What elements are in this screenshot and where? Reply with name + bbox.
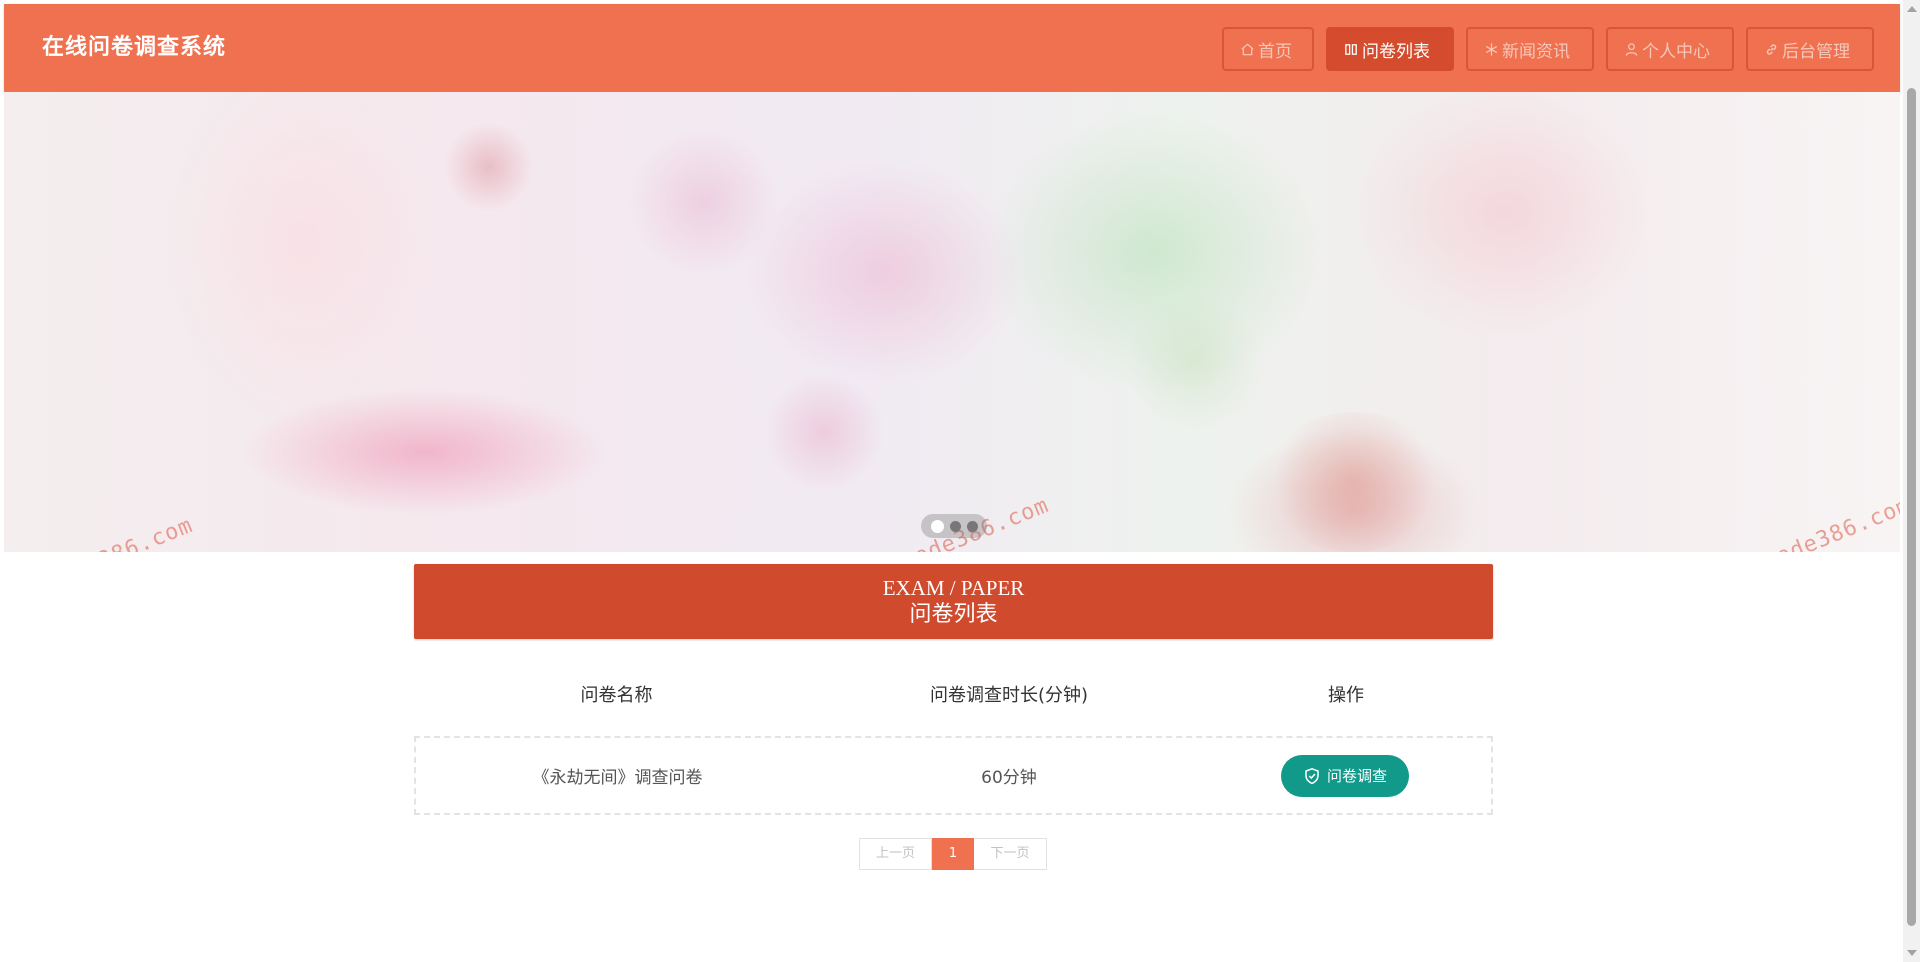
- carousel-indicators: [921, 514, 987, 538]
- nav-admin-label: 后台管理: [1782, 41, 1850, 62]
- nav-survey-list[interactable]: 问卷列表: [1326, 27, 1454, 71]
- take-survey-button[interactable]: 问卷调查: [1281, 754, 1409, 797]
- vertical-scrollbar[interactable]: [1903, 0, 1920, 962]
- blossom-decoration: [444, 122, 534, 212]
- nav-news-label: 新闻资讯: [1502, 41, 1570, 62]
- page: 在线问卷调查系统 首页 问卷列表 新闻资讯 个人中心 后台管理 www.code…: [0, 0, 1920, 962]
- column-header-name: 问卷名称: [580, 685, 653, 706]
- blossom-decoration: [624, 132, 784, 272]
- watermark-text: www.code386.com: [4, 513, 197, 552]
- section-title-cn: 问卷列表: [909, 601, 998, 626]
- next-page-button[interactable]: 下一页: [974, 838, 1047, 870]
- user-icon: [1625, 42, 1638, 56]
- action-cell: 问卷调查: [1199, 754, 1491, 797]
- section-title-en: EXAM / PAPER: [882, 576, 1025, 600]
- main-nav: 首页 问卷列表 新闻资讯 个人中心 后台管理: [1222, 27, 1874, 71]
- survey-duration: 60分钟: [981, 768, 1037, 788]
- take-survey-label: 问卷调查: [1326, 767, 1387, 785]
- nav-admin[interactable]: 后台管理: [1746, 27, 1874, 71]
- carousel-dot[interactable]: [949, 520, 961, 532]
- table-row: 《永劫无间》调查问卷 60分钟 问卷调查: [414, 736, 1493, 815]
- blossom-decoration: [764, 372, 884, 492]
- snowflake-icon: [1485, 42, 1498, 56]
- shield-check-icon: [1305, 767, 1319, 784]
- blossom-decoration: [1264, 412, 1444, 552]
- banner-carousel[interactable]: www.code386.com www.code386.com www.code…: [4, 92, 1900, 552]
- section-title-bar: EXAM / PAPER 问卷列表: [414, 564, 1493, 639]
- scroll-down-icon[interactable]: [1907, 950, 1917, 956]
- column-header-duration: 问卷调查时长(分钟): [929, 685, 1089, 706]
- home-icon: [1241, 43, 1254, 55]
- site-title: 在线问卷调查系统: [42, 35, 227, 60]
- blossom-decoration: [1124, 292, 1264, 432]
- watermark-text: www.code386.com: [1707, 492, 1900, 552]
- carousel-dot[interactable]: [966, 520, 978, 532]
- nav-user-center[interactable]: 个人中心: [1606, 27, 1734, 71]
- survey-name: 《永劫无间》调查问卷: [532, 768, 703, 788]
- list-icon: [1345, 43, 1357, 55]
- scrollbar-thumb[interactable]: [1907, 88, 1916, 926]
- table-header: 问卷名称 问卷调查时长(分钟) 操作: [414, 678, 1493, 714]
- nav-home-label: 首页: [1258, 41, 1292, 62]
- scroll-up-icon[interactable]: [1907, 6, 1917, 12]
- page-number-current[interactable]: 1: [932, 838, 974, 870]
- nav-news[interactable]: 新闻资讯: [1466, 27, 1594, 71]
- top-header: 在线问卷调查系统 首页 问卷列表 新闻资讯 个人中心 后台管理: [4, 4, 1900, 92]
- column-header-action: 操作: [1328, 685, 1364, 706]
- link-icon: [1766, 43, 1777, 55]
- nav-user-center-label: 个人中心: [1642, 41, 1710, 62]
- pagination: 上一页 1 下一页: [859, 838, 1047, 870]
- carousel-dot[interactable]: [930, 519, 944, 533]
- prev-page-button[interactable]: 上一页: [859, 838, 932, 870]
- nav-survey-list-label: 问卷列表: [1362, 41, 1430, 62]
- nav-home[interactable]: 首页: [1222, 27, 1314, 71]
